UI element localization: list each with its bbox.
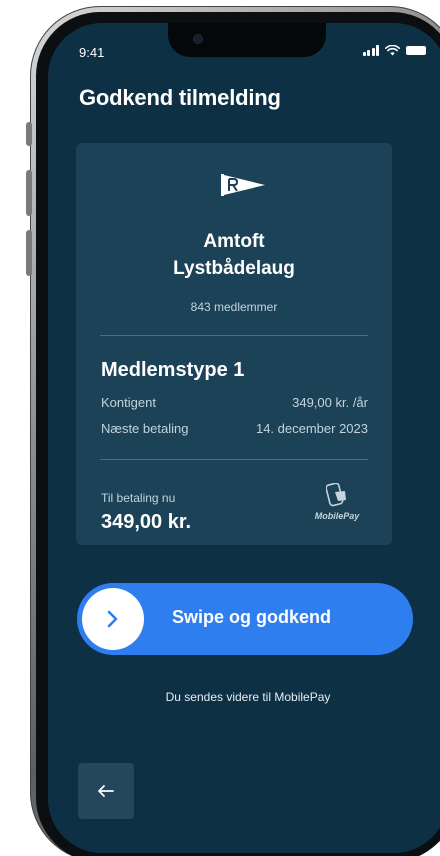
status-time: 9:41 [79, 45, 105, 60]
fee-value: 349,00 kr. /år [292, 395, 368, 410]
pay-now-label: Til betaling nu [101, 491, 176, 505]
club-members: 843 medlemmer [190, 300, 278, 314]
divider [100, 335, 368, 336]
battery-icon [406, 46, 426, 55]
club-name-line-1: Amtoft [203, 231, 265, 252]
notch [168, 23, 326, 57]
flag-icon [221, 174, 265, 196]
fee-label: Kontigent [101, 395, 156, 410]
summary-card: Amtoft Lystbådelaug 843 medlemmer Medlem… [76, 143, 392, 545]
swipe-label: Swipe og godkend [172, 607, 332, 627]
wifi-icon [385, 45, 400, 56]
status-icons [362, 45, 426, 56]
redirect-note: Du sendes videre til MobilePay [165, 690, 331, 704]
membership-title: Medlemstype 1 [101, 359, 245, 381]
camera-icon [194, 35, 202, 43]
next-payment-label: Næste betaling [101, 421, 189, 436]
chevron-right-icon [107, 610, 118, 628]
next-payment-value: 14. december 2023 [255, 421, 368, 436]
swipe-to-approve[interactable]: Swipe og godkend [77, 583, 413, 655]
volume-up-button [26, 170, 32, 216]
volume-down-button [26, 230, 32, 276]
pay-now-amount: 349,00 kr. [101, 511, 192, 533]
back-button[interactable] [78, 763, 134, 819]
phone-screen: 9:41 Godkend tilmelding Amtoft Lystbådel… [48, 23, 440, 853]
silent-switch [26, 122, 32, 146]
signal-icon [362, 45, 379, 56]
swipe-handle[interactable] [82, 588, 144, 650]
stage: 9:41 Godkend tilmelding Amtoft Lystbådel… [0, 0, 440, 856]
divider [100, 459, 368, 460]
mobilepay-name: MobilePay [314, 511, 360, 521]
arrow-left-icon [98, 785, 114, 797]
mobilepay-icon [326, 483, 346, 507]
club-name-line-2: Lystbådelaug [173, 258, 295, 279]
mobilepay-logo: MobilePay [306, 483, 368, 533]
page-title: Godkend tilmelding [79, 85, 281, 110]
